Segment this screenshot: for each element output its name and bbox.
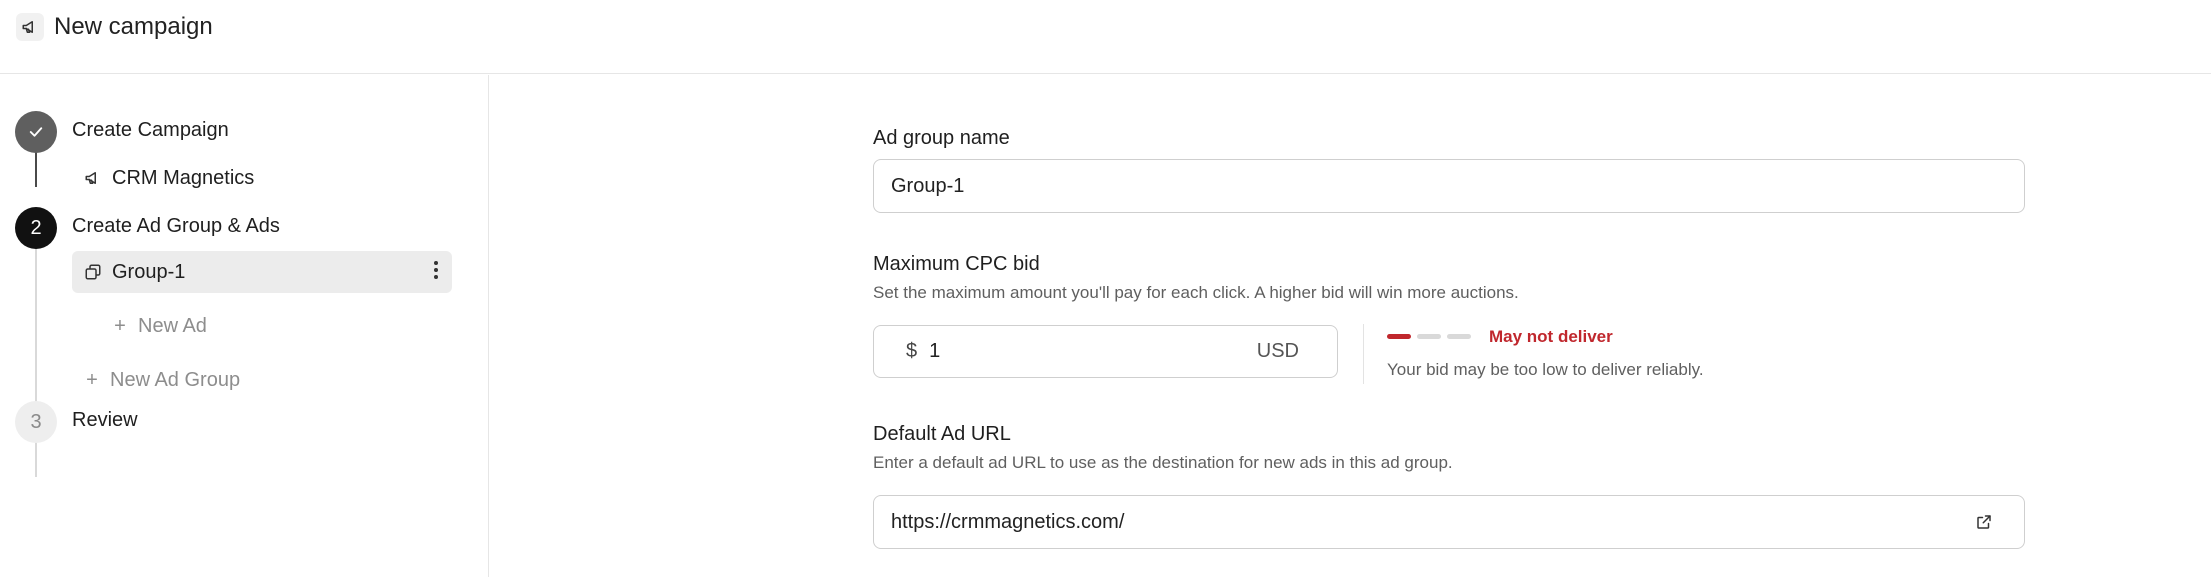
default-url-help: Enter a default ad URL to use as the des… bbox=[873, 453, 1453, 472]
default-url-input[interactable]: https://crmmagnetics.com/ bbox=[873, 495, 2025, 549]
new-ad-button[interactable]: + New Ad bbox=[112, 314, 207, 338]
sidebar-item-label: Group-1 bbox=[112, 261, 186, 283]
new-ad-group-label: New Ad Group bbox=[110, 369, 241, 391]
default-url-label: Default Ad URL bbox=[873, 423, 1011, 445]
cpc-bid-value: 1 bbox=[929, 340, 941, 362]
currency-symbol: $ bbox=[906, 340, 918, 362]
divider bbox=[1363, 324, 1364, 384]
step-2-indicator: 2 bbox=[15, 207, 57, 249]
step-2-label[interactable]: Create Ad Group & Ads bbox=[72, 214, 280, 238]
new-ad-label: New Ad bbox=[138, 315, 207, 337]
plus-icon: + bbox=[114, 315, 126, 337]
cpc-bid-help: Set the maximum amount you'll pay for ea… bbox=[873, 283, 1519, 302]
step-3-indicator: 3 bbox=[15, 401, 57, 443]
step-number: 3 bbox=[30, 410, 42, 433]
plus-icon: + bbox=[86, 369, 98, 391]
step-1-label[interactable]: Create Campaign bbox=[72, 118, 229, 142]
step-3-label[interactable]: Review bbox=[72, 408, 138, 432]
step-1-indicator bbox=[15, 111, 57, 153]
top-bar: New campaign bbox=[0, 0, 2211, 74]
new-ad-group-button[interactable]: + New Ad Group bbox=[84, 368, 240, 392]
cpc-bid-label: Maximum CPC bid bbox=[873, 253, 1040, 275]
page-title: New campaign bbox=[54, 13, 213, 40]
sidebar-item-campaign[interactable]: CRM Magnetics bbox=[84, 166, 254, 190]
ad-group-name-label: Ad group name bbox=[873, 127, 1010, 149]
more-options-icon[interactable] bbox=[434, 261, 438, 279]
bid-status: May not deliver bbox=[1489, 327, 1613, 346]
ad-group-name-input[interactable]: Group-1 bbox=[873, 159, 2025, 213]
ad-group-name-value: Group-1 bbox=[891, 174, 965, 197]
step-number: 2 bbox=[30, 216, 42, 239]
sidebar-item-label: CRM Magnetics bbox=[112, 167, 255, 189]
meter-segment bbox=[1387, 334, 1411, 339]
cpc-bid-input[interactable]: $ 1 USD bbox=[873, 325, 1338, 378]
stack-icon bbox=[85, 264, 101, 280]
meter-segment bbox=[1417, 334, 1441, 339]
megaphone-icon bbox=[16, 13, 44, 41]
megaphone-icon bbox=[85, 172, 96, 184]
external-link-icon[interactable] bbox=[1975, 513, 1993, 531]
meter-segment bbox=[1447, 334, 1471, 339]
check-icon bbox=[29, 127, 43, 137]
currency-code: USD bbox=[1256, 340, 1299, 362]
default-url-value: https://crmmagnetics.com/ bbox=[891, 510, 1125, 533]
bid-strength-meter bbox=[1387, 334, 1471, 339]
sidebar-item-group-1[interactable]: Group-1 bbox=[72, 251, 452, 293]
stepper-sidebar: Create Campaign CRM Magnetics 2 Create A… bbox=[0, 75, 489, 577]
bid-status-help: Your bid may be too low to deliver relia… bbox=[1387, 360, 1704, 379]
